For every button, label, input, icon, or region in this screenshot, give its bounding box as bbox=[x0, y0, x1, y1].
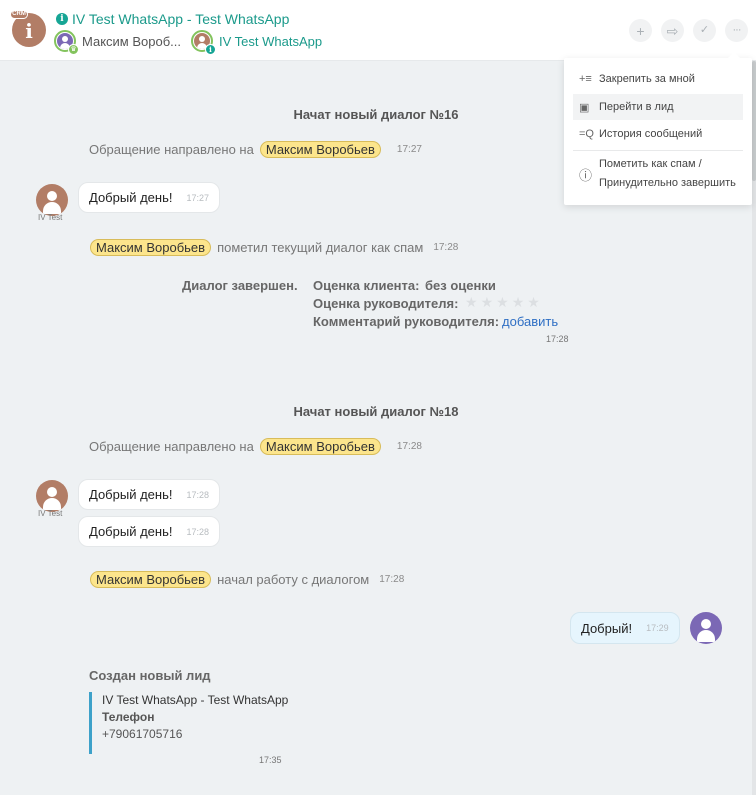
user-pill[interactable]: Максим Воробьев bbox=[90, 571, 212, 588]
more-icon: ··· bbox=[732, 24, 742, 36]
timestamp: 17:28 bbox=[546, 334, 569, 344]
user-pill[interactable]: Максим Воробьев bbox=[259, 141, 381, 158]
timestamp: 17:28 bbox=[379, 574, 405, 585]
more-menu: +≡ Закрепить за мной ▣ Перейти в лид =Q … bbox=[564, 52, 752, 205]
manager-rating-label: Оценка руководителя: bbox=[313, 296, 459, 311]
star-icon[interactable]: ★ bbox=[465, 294, 481, 310]
transfer-button[interactable]: ⇨ bbox=[661, 19, 684, 42]
client-rating-label: Оценка клиента: bbox=[313, 278, 420, 293]
menu-item-label: Перейти в лид bbox=[599, 101, 674, 113]
menu-item-history[interactable]: =Q История сообщений bbox=[573, 121, 743, 147]
pin-list-icon: +≡ bbox=[579, 73, 592, 85]
member-name: Максим Вороб... bbox=[82, 33, 181, 49]
client-rating-value: без оценки bbox=[425, 278, 496, 293]
member-name: IV Test WhatsApp bbox=[219, 33, 323, 49]
crm-tag: CRM bbox=[10, 10, 28, 19]
menu-item-open-lead[interactable]: ▣ Перейти в лид bbox=[573, 94, 743, 120]
crm-avatar[interactable]: CRM i bbox=[10, 10, 46, 47]
avatar: ♛ bbox=[54, 30, 79, 55]
finish-button[interactable]: ✓ bbox=[693, 19, 716, 42]
add-button[interactable]: + bbox=[629, 19, 652, 42]
message-time: 17:29 bbox=[646, 623, 669, 633]
timestamp: 17:35 bbox=[259, 755, 282, 765]
dialog-start-18: Начат новый диалог №18 bbox=[293, 404, 459, 419]
message-time: 17:28 bbox=[186, 526, 209, 537]
message-text: Добрый день! bbox=[89, 487, 173, 502]
menu-item-label: Закрепить за мной bbox=[599, 73, 695, 85]
client-avatar[interactable] bbox=[36, 184, 68, 216]
chat-title[interactable]: IV Test WhatsApp - Test WhatsApp bbox=[72, 11, 289, 27]
info-icon[interactable]: i bbox=[56, 13, 68, 25]
label-line-2: Принудительно завершить bbox=[599, 177, 736, 189]
message-text: Добрый! bbox=[581, 620, 633, 636]
chat-header: CRM i i IV Test WhatsApp - Test WhatsApp… bbox=[0, 0, 756, 61]
scroll-thumb[interactable] bbox=[752, 61, 756, 181]
dialog-finished: Диалог завершен. bbox=[182, 278, 298, 293]
lead-phone-label: Телефон bbox=[102, 710, 155, 724]
outgoing-message-bubble: Добрый! 17:29 bbox=[570, 612, 680, 644]
avatar-label: IV Test bbox=[38, 213, 63, 222]
user-pill[interactable]: Максим Воробьев bbox=[90, 239, 212, 256]
member-operator[interactable]: ♛ Максим Вороб... bbox=[54, 30, 181, 55]
message-bubble: Добрый день! 17:28 bbox=[78, 479, 220, 510]
member-client[interactable]: i IV Test WhatsApp bbox=[191, 30, 323, 55]
user-pill[interactable]: Максим Воробьев bbox=[259, 438, 381, 455]
spam-line: Максим Воробьев пометил текущий диалог к… bbox=[90, 239, 458, 256]
avatar-label: IV Test bbox=[38, 509, 63, 518]
message-time: 17:27 bbox=[186, 192, 209, 203]
star-icon[interactable]: ★ bbox=[512, 294, 528, 310]
star-icon[interactable]: ★ bbox=[481, 294, 497, 310]
more-button[interactable]: ··· bbox=[725, 19, 748, 42]
lead-name[interactable]: IV Test WhatsApp - Test WhatsApp bbox=[102, 692, 288, 709]
menu-item-label: История сообщений bbox=[599, 128, 703, 140]
menu-item-pin[interactable]: +≡ Закрепить за мной bbox=[573, 66, 743, 92]
message-text: Добрый день! bbox=[89, 524, 173, 539]
arrow-right-icon: ⇨ bbox=[666, 22, 679, 39]
avatar: i bbox=[191, 30, 216, 55]
message-text: Добрый день! bbox=[89, 190, 173, 205]
crown-icon: ♛ bbox=[68, 44, 79, 55]
menu-item-label: Пометить как спам / Принудительно заверши… bbox=[599, 155, 736, 193]
timestamp: 17:27 bbox=[396, 144, 422, 155]
routed-line: Обращение направлено на Максим Воробьев … bbox=[89, 141, 422, 158]
lead-created-title: Создан новый лид bbox=[89, 668, 211, 683]
alert-circle-icon: ⓘ bbox=[579, 167, 593, 183]
add-comment-link[interactable]: добавить bbox=[502, 314, 558, 329]
menu-divider bbox=[573, 150, 743, 151]
star-icon[interactable]: ★ bbox=[527, 294, 543, 310]
message-time: 17:28 bbox=[186, 489, 209, 500]
lead-card-icon: ▣ bbox=[579, 101, 590, 114]
client-avatar[interactable] bbox=[36, 480, 68, 512]
label-line-1: Пометить как спам / bbox=[599, 158, 702, 170]
routed-prefix: Обращение направлено на bbox=[89, 439, 254, 454]
message-bubble: Добрый день! 17:28 bbox=[78, 516, 220, 547]
lead-phone: +79061705716 bbox=[102, 727, 183, 741]
started-text: начал работу с диалогом bbox=[217, 572, 370, 587]
routed-line: Обращение направлено на Максим Воробьев … bbox=[89, 438, 422, 455]
title-row: i IV Test WhatsApp - Test WhatsApp bbox=[56, 10, 289, 28]
plus-icon: + bbox=[636, 22, 645, 39]
members-row: ♛ Максим Вороб... i IV Test WhatsApp bbox=[54, 29, 332, 55]
message-bubble: Добрый день! 17:27 bbox=[78, 182, 220, 213]
check-circle-icon: ✓ bbox=[699, 24, 710, 36]
spam-text: пометил текущий диалог как спам bbox=[217, 240, 424, 255]
info-icon: i bbox=[205, 44, 216, 55]
rating-stars[interactable]: ★★★★★ bbox=[465, 294, 543, 311]
menu-item-spam[interactable]: ⓘ Пометить как спам / Принудительно завер… bbox=[573, 154, 743, 194]
header-actions: + ⇨ ✓ ··· bbox=[629, 19, 748, 42]
started-line: Максим Воробьев начал работу с диалогом … bbox=[90, 571, 404, 588]
timestamp: 17:28 bbox=[433, 242, 459, 253]
timestamp: 17:28 bbox=[396, 441, 422, 452]
search-list-icon: =Q bbox=[579, 128, 594, 140]
routed-prefix: Обращение направлено на bbox=[89, 142, 254, 157]
scrollbar[interactable] bbox=[752, 61, 756, 795]
lead-card[interactable]: IV Test WhatsApp - Test WhatsApp Телефон… bbox=[89, 692, 288, 754]
info-letter-icon: i bbox=[25, 19, 33, 43]
star-icon[interactable]: ★ bbox=[496, 294, 512, 310]
comment-label: Комментарий руководителя: bbox=[313, 314, 500, 329]
operator-avatar[interactable] bbox=[690, 612, 722, 644]
